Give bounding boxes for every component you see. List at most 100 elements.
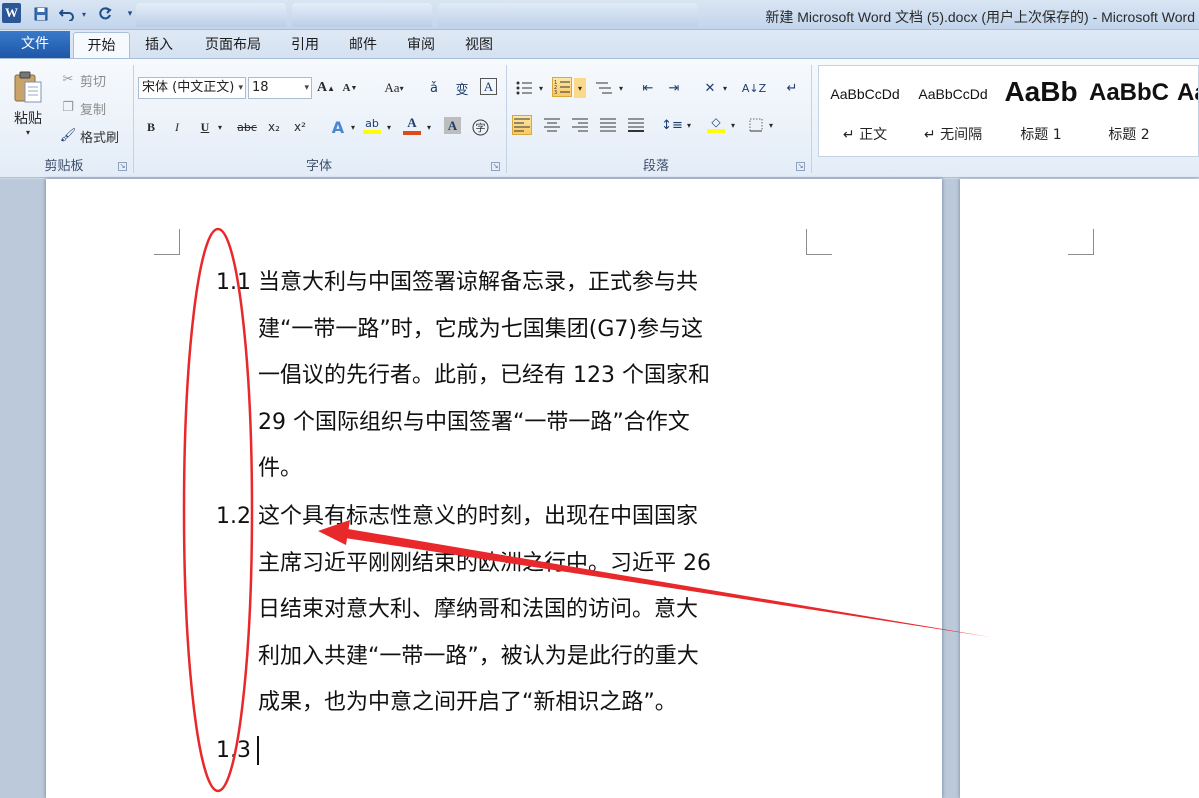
underline-button[interactable]: U xyxy=(196,117,214,137)
format-painter-icon: 🖌 xyxy=(59,127,77,143)
margin-corner-mark xyxy=(806,229,832,255)
distributed-icon[interactable] xyxy=(626,115,646,135)
align-right-icon[interactable] xyxy=(570,115,590,135)
sort-icon[interactable]: A↓Z xyxy=(742,78,766,98)
style-name: ↵ 正文 xyxy=(842,127,888,143)
tab-file[interactable]: 文件 xyxy=(0,31,70,58)
blurred-tab xyxy=(292,3,432,27)
increase-indent-icon[interactable]: ⇥ xyxy=(664,78,684,98)
strikethrough-button[interactable]: abc xyxy=(234,117,260,137)
style-sample: AaBbC xyxy=(1088,79,1169,106)
numbering-icon[interactable]: 123 xyxy=(552,77,572,97)
text-line: 建“一带一路”时，它成为七国集团(G7)参与这 xyxy=(258,316,704,342)
text-line: 日结束对意大利、摩纳哥和法国的访问。意大 xyxy=(258,597,699,622)
change-case-button[interactable]: Aa ▾ xyxy=(378,77,410,99)
shading-dropdown-icon[interactable]: ▾ xyxy=(728,115,738,135)
grow-font-button[interactable]: A ▲ xyxy=(316,77,336,99)
paste-icon xyxy=(14,71,42,102)
change-case-icon: Aa xyxy=(384,80,400,95)
text-line: 利加入共建“一带一路”，被认为是此行的重大 xyxy=(258,643,699,669)
chinese-layout-dropdown-icon[interactable]: ▾ xyxy=(720,78,730,98)
tab-page-layout[interactable]: 页面布局 xyxy=(194,32,272,59)
tab-home[interactable]: 开始 xyxy=(73,32,130,59)
undo-dropdown-icon[interactable]: ▾ xyxy=(78,5,90,23)
highlight-dropdown-icon[interactable]: ▾ xyxy=(384,117,394,137)
style-no-spacing[interactable]: AaBbCcDd ↵ 无间隔 xyxy=(909,68,997,154)
font-group-label: 字体 xyxy=(305,159,332,174)
copy-button[interactable]: 复制 xyxy=(80,99,106,118)
tab-review[interactable]: 审阅 xyxy=(396,32,446,59)
font-color-dropdown-icon[interactable]: ▾ xyxy=(424,117,434,137)
window-title: 新建 Microsoft Word 文档 (5).docx (用户上次保存的) … xyxy=(765,9,1195,25)
justify-icon[interactable] xyxy=(598,115,618,135)
text-line: 件。 xyxy=(258,456,303,481)
text-effects-icon[interactable]: A xyxy=(328,117,348,137)
styles-gallery: AaBbCcDd ↵ 正文 AaBbCcDd ↵ 无间隔 AaBb 标题 1 A… xyxy=(818,65,1199,157)
style-title[interactable]: Aa xyxy=(1173,68,1198,154)
phonetic-guide-icon[interactable]: ǎ xyxy=(424,78,444,98)
show-marks-icon[interactable]: ↵ xyxy=(782,78,802,98)
svg-text:字: 字 xyxy=(475,121,485,134)
font-launcher-icon[interactable]: ↘ xyxy=(491,162,500,171)
bullets-dropdown-icon[interactable]: ▾ xyxy=(536,78,546,98)
bullets-icon[interactable] xyxy=(514,78,534,98)
bold-button[interactable]: B xyxy=(142,117,160,137)
align-center-icon[interactable] xyxy=(542,115,562,135)
borders-dropdown-icon[interactable]: ▾ xyxy=(766,115,776,135)
text-effects-dropdown-icon[interactable]: ▾ xyxy=(348,117,358,137)
style-name: 标题 2 xyxy=(1108,127,1150,143)
redo-icon[interactable] xyxy=(94,5,116,23)
style-heading-2[interactable]: AaBbC 标题 2 xyxy=(1085,68,1173,154)
numbering-dropdown-icon[interactable]: ▾ xyxy=(574,78,586,98)
customize-qat-icon[interactable]: ▾ xyxy=(124,5,136,23)
list-number: 1.3 xyxy=(216,738,251,763)
chevron-down-icon: ▾ xyxy=(304,83,309,93)
borders-icon[interactable] xyxy=(746,115,766,135)
underline-dropdown-icon[interactable]: ▾ xyxy=(214,117,226,137)
ribbon: 粘贴 ▾ ✂ 剪切 ❐ 复制 🖌 格式刷 剪贴板 ↘ 宋体 (中文正文) ▾ 1… xyxy=(0,58,1199,178)
text-line: 29 个国际组织与中国签署“一带一路”合作文 xyxy=(258,409,690,435)
document-page[interactable] xyxy=(960,179,1199,798)
tab-mailings[interactable]: 邮件 xyxy=(338,32,388,59)
font-size-value: 18 xyxy=(252,80,269,95)
clear-format-icon[interactable]: 变 xyxy=(452,78,472,98)
font-color-icon[interactable]: A xyxy=(402,115,422,135)
word-logo-icon: W xyxy=(2,3,21,23)
clipboard-launcher-icon[interactable]: ↘ xyxy=(118,162,127,171)
tab-insert[interactable]: 插入 xyxy=(134,32,184,59)
paste-button[interactable]: 粘贴 ▾ xyxy=(8,65,48,141)
decrease-indent-icon[interactable]: ⇤ xyxy=(638,78,658,98)
font-name-combo[interactable]: 宋体 (中文正文) ▾ xyxy=(138,77,246,99)
save-icon[interactable] xyxy=(30,5,52,23)
enclose-characters-icon[interactable]: 字 xyxy=(470,117,490,137)
font-size-combo[interactable]: 18 ▾ xyxy=(248,77,312,99)
multilevel-dropdown-icon[interactable]: ▾ xyxy=(616,78,626,98)
chinese-layout-icon[interactable]: ✕ xyxy=(700,78,720,98)
character-shading-icon[interactable]: A xyxy=(444,117,461,134)
format-painter-button[interactable]: 格式刷 xyxy=(80,127,119,146)
style-sample: AaBbCcDd xyxy=(830,86,900,102)
paste-dropdown-icon: ▾ xyxy=(25,127,30,137)
style-sample: AaBb xyxy=(1004,76,1078,107)
tab-view[interactable]: 视图 xyxy=(454,32,504,59)
blurred-tab xyxy=(136,3,286,27)
tab-references[interactable]: 引用 xyxy=(280,32,330,59)
cut-button[interactable]: 剪切 xyxy=(80,71,106,90)
italic-button[interactable]: I xyxy=(168,117,186,137)
line-spacing-dropdown-icon[interactable]: ▾ xyxy=(684,115,694,135)
list-number: 1.1 xyxy=(216,270,251,295)
copy-icon: ❐ xyxy=(62,99,74,115)
highlight-icon[interactable]: ab xyxy=(362,115,382,135)
shading-icon[interactable]: ◇ xyxy=(706,114,726,134)
style-heading-1[interactable]: AaBb 标题 1 xyxy=(997,68,1085,154)
superscript-button[interactable]: x² xyxy=(290,117,310,137)
line-spacing-icon[interactable]: ↕≡ xyxy=(661,115,683,135)
shrink-font-button[interactable]: A ▼ xyxy=(340,77,360,99)
style-normal[interactable]: AaBbCcDd ↵ 正文 xyxy=(821,68,909,154)
undo-icon[interactable] xyxy=(56,5,78,23)
subscript-button[interactable]: x₂ xyxy=(264,117,284,137)
character-border-icon[interactable]: A xyxy=(480,78,497,95)
paragraph-launcher-icon[interactable]: ↘ xyxy=(796,162,805,171)
multilevel-list-icon[interactable] xyxy=(594,78,614,98)
align-left-icon[interactable] xyxy=(512,115,532,135)
